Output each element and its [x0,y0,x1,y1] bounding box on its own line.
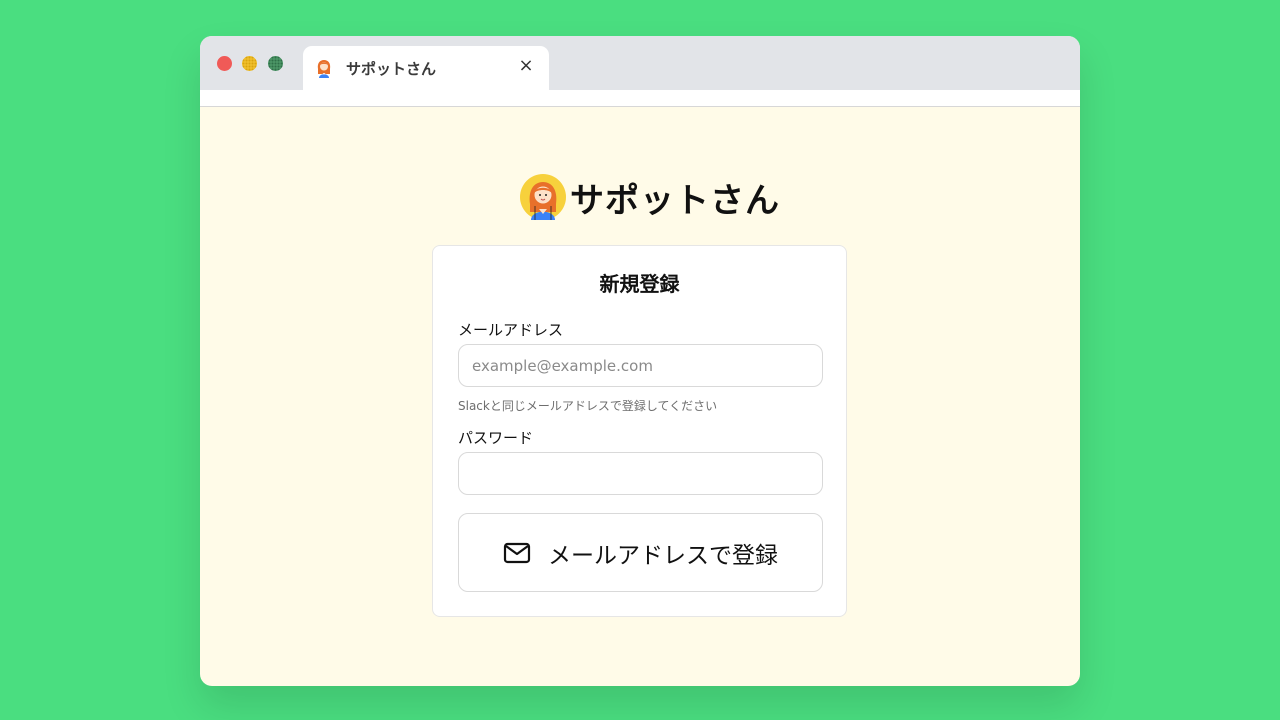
email-label: メールアドレス [458,321,564,339]
browser-toolbar [200,90,1080,107]
email-field[interactable] [458,344,823,387]
brand-header: サポットさん [520,173,780,221]
password-field[interactable] [458,452,823,495]
email-signup-button[interactable]: メールアドレスで登録 [458,513,823,592]
brand-name: サポットさん [570,180,780,221]
password-label: パスワード [458,429,534,447]
avatar-icon [520,174,566,220]
window-maximize-button[interactable] [268,56,283,71]
browser-window: サポットさん × サポットさん 新規登録 メールアドレス example@exa… [200,36,1080,686]
window-close-button[interactable] [217,56,232,71]
signup-card: 新規登録 メールアドレス Slackと同じメールアドレスで登録してください パス… [432,245,847,617]
email-hint: Slackと同じメールアドレスで登録してください [458,399,718,413]
card-title: 新規登録 [599,272,680,296]
close-icon[interactable]: × [517,57,535,75]
tab-title: サポットさん [346,60,437,78]
browser-tab[interactable]: サポットさん × [303,46,549,90]
window-minimize-button[interactable] [242,56,257,71]
mail-icon [503,542,531,563]
tab-bar: サポットさん × [200,36,1080,90]
avatar-icon [317,60,331,78]
page-content: サポットさん 新規登録 メールアドレス Slackと同じメールアドレスで登録して… [200,107,1080,686]
submit-label: メールアドレスで登録 [548,542,778,569]
